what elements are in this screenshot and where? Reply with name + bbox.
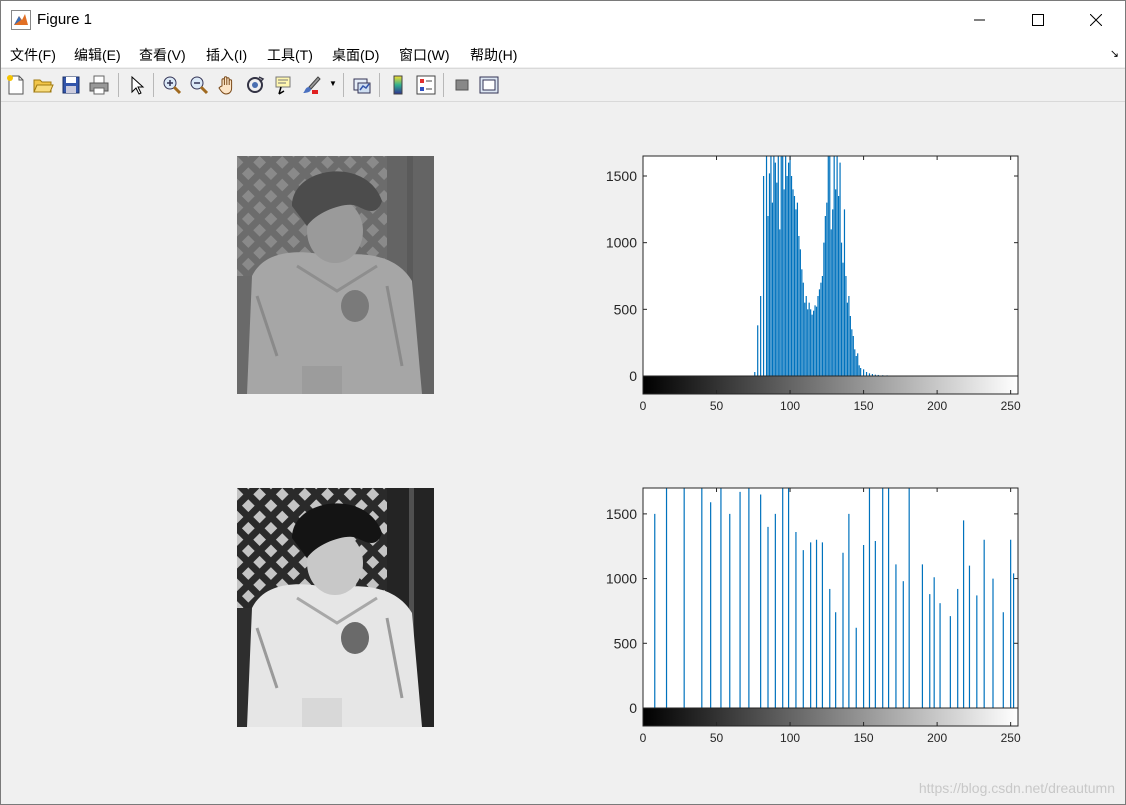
- close-button[interactable]: [1067, 1, 1125, 39]
- menu-insert[interactable]: 插入(I): [206, 45, 247, 65]
- save-icon[interactable]: [60, 74, 82, 96]
- menu-tools[interactable]: 工具(T): [267, 45, 313, 65]
- y-tick-label: 1500: [606, 168, 637, 184]
- menu-help[interactable]: 帮助(H): [470, 45, 517, 65]
- watermark: https://blog.csdn.net/dreautumn: [918, 780, 1115, 796]
- x-tick-label: 100: [780, 399, 800, 413]
- maximize-icon: [1032, 14, 1044, 26]
- original-image: [237, 156, 434, 394]
- y-tick-label: 500: [614, 301, 638, 317]
- histogram-original: 0 500 1000 1500 0 50 100 150 200 250: [606, 155, 1021, 413]
- zoom-in-icon[interactable]: [161, 74, 183, 96]
- zoom-out-icon[interactable]: [188, 74, 210, 96]
- colorbar-icon[interactable]: [387, 74, 409, 96]
- pan-hand-icon[interactable]: [216, 74, 238, 96]
- toolbar-separator: [379, 73, 380, 97]
- new-figure-icon[interactable]: [5, 74, 27, 96]
- menu-window[interactable]: 窗口(W): [399, 45, 450, 65]
- window-title: Figure 1: [37, 11, 93, 28]
- legend-icon[interactable]: [415, 74, 437, 96]
- toolbar-separator: [343, 73, 344, 97]
- plot-area: [643, 156, 1018, 394]
- figure-toolbar: ▼: [1, 68, 1125, 102]
- x-tick-label: 250: [1001, 731, 1021, 745]
- x-tick-label: 0: [640, 399, 647, 413]
- equalized-image: [237, 488, 434, 727]
- brush-icon[interactable]: [300, 74, 322, 96]
- x-tick-label: 150: [854, 731, 874, 745]
- minimize-button[interactable]: [951, 1, 1009, 39]
- link-plot-icon[interactable]: [351, 74, 373, 96]
- histogram-equalized: 0 500 1000 1500 0 50 100 150 200 250: [606, 487, 1021, 745]
- menu-view[interactable]: 查看(V): [139, 45, 186, 65]
- maximize-button[interactable]: [1009, 1, 1067, 39]
- minimize-icon: [974, 19, 985, 21]
- title-bar: Figure 1: [1, 1, 1125, 39]
- gray-colorbar: [643, 376, 1018, 394]
- x-tick-label: 200: [927, 731, 947, 745]
- menu-file[interactable]: 文件(F): [10, 45, 56, 65]
- plot-area: [643, 488, 1018, 726]
- print-icon[interactable]: [88, 74, 110, 96]
- y-tick-label: 1000: [606, 571, 637, 587]
- menu-bar: 文件(F) 编辑(E) 查看(V) 插入(I) 工具(T) 桌面(D) 窗口(W…: [1, 39, 1125, 67]
- menu-edit[interactable]: 编辑(E): [74, 45, 121, 65]
- open-file-icon[interactable]: [32, 74, 54, 96]
- x-tick-label: 200: [927, 399, 947, 413]
- hide-tools-icon[interactable]: [451, 74, 473, 96]
- x-tick-label: 250: [1001, 399, 1021, 413]
- matlab-app-icon: [11, 10, 31, 30]
- rotate-3d-icon[interactable]: [244, 74, 266, 96]
- y-tick-label: 0: [629, 700, 637, 716]
- x-tick-label: 100: [780, 731, 800, 745]
- x-tick-label: 50: [710, 731, 724, 745]
- y-tick-label: 1000: [606, 235, 637, 251]
- data-cursor-icon[interactable]: [272, 74, 294, 96]
- x-tick-label: 50: [710, 399, 724, 413]
- y-tick-label: 1500: [606, 506, 637, 522]
- brush-dropdown-icon[interactable]: ▼: [329, 79, 337, 88]
- x-tick-label: 150: [854, 399, 874, 413]
- x-tick-label: 0: [640, 731, 647, 745]
- select-arrow-icon[interactable]: [126, 74, 148, 96]
- figure-window: Figure 1 文件(F) 编辑(E) 查看(V) 插入(I) 工具(T) 桌…: [0, 0, 1126, 805]
- menu-desktop[interactable]: 桌面(D): [332, 45, 379, 65]
- show-tools-icon[interactable]: [478, 74, 500, 96]
- close-icon: [1090, 14, 1102, 26]
- y-tick-label: 0: [629, 368, 637, 384]
- dock-arrow-icon[interactable]: ↘: [1110, 47, 1119, 60]
- toolbar-separator: [443, 73, 444, 97]
- gray-colorbar: [643, 708, 1018, 726]
- y-tick-label: 500: [614, 635, 638, 651]
- toolbar-separator: [153, 73, 154, 97]
- toolbar-separator: [118, 73, 119, 97]
